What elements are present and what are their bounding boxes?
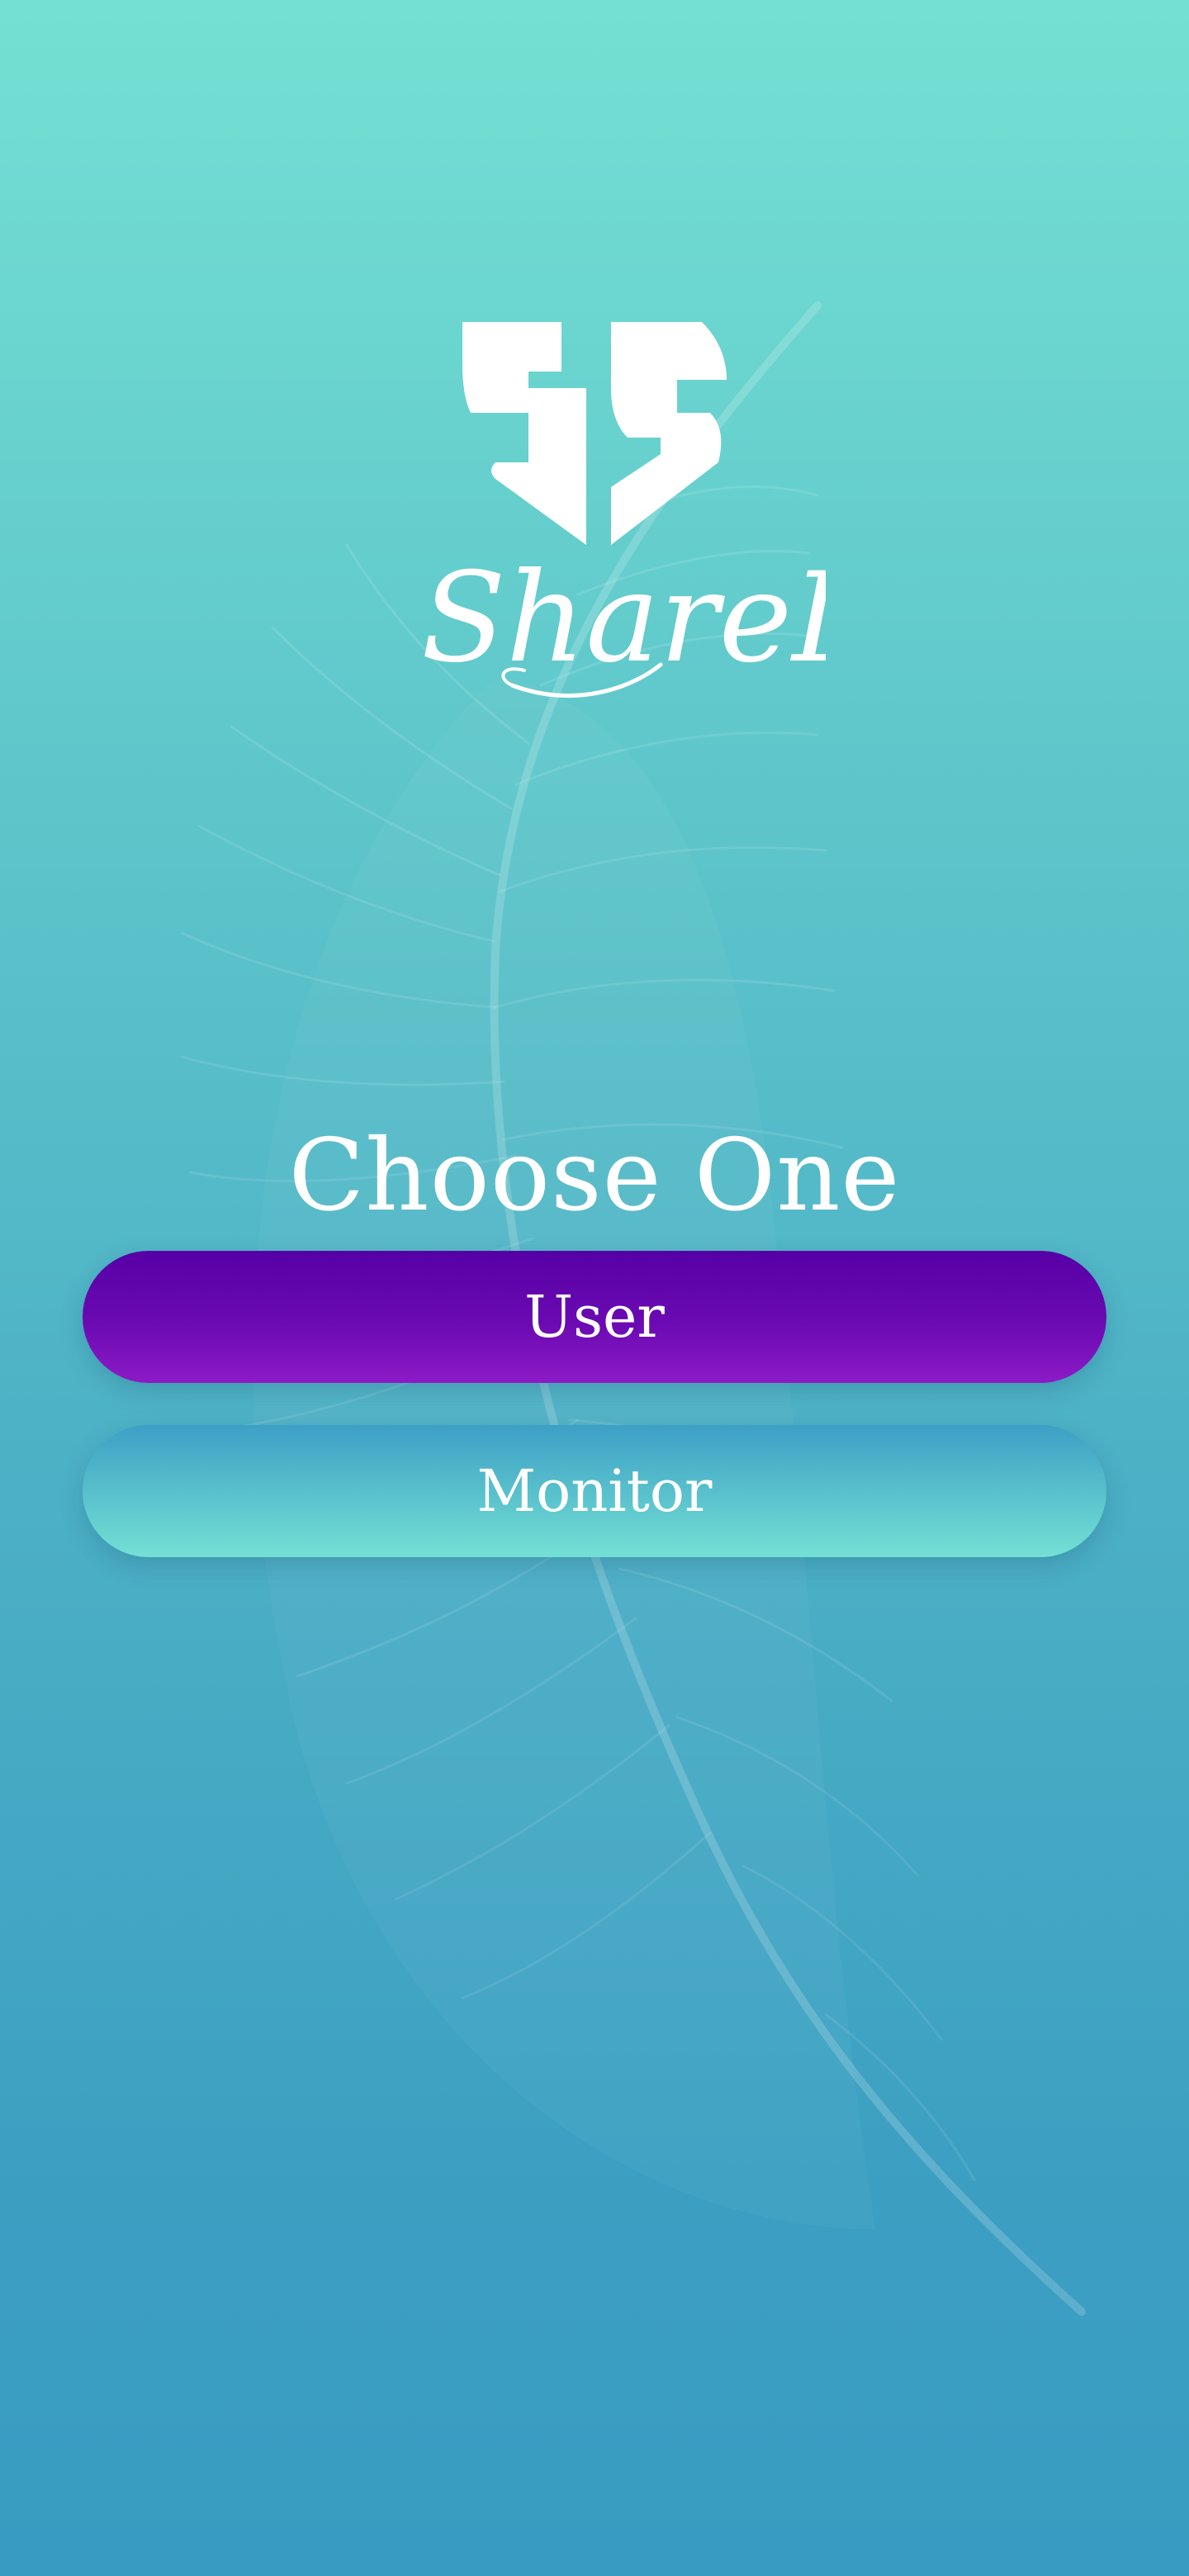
monitor-button[interactable]: Monitor: [83, 1425, 1106, 1557]
user-button[interactable]: User: [83, 1251, 1106, 1383]
page-title: Choose One: [288, 1119, 901, 1234]
shareit-logo-icon: ShareIt: [421, 322, 826, 698]
svg-text:ShareIt: ShareIt: [421, 547, 826, 690]
